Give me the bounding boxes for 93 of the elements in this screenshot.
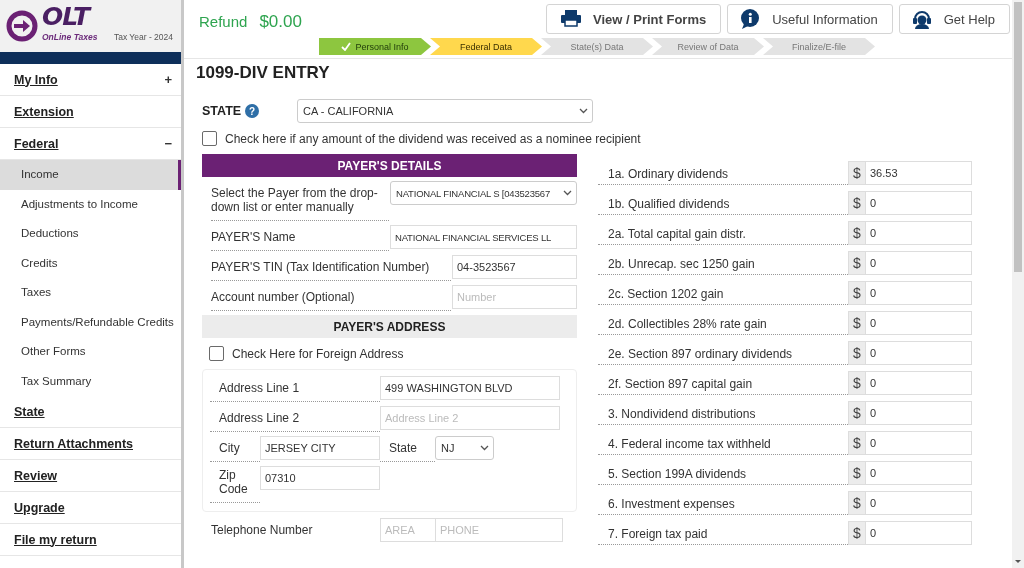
- print-button[interactable]: View / Print Forms: [546, 4, 722, 34]
- section-header: PAYER'S DETAILS: [202, 154, 577, 177]
- progress-step[interactable]: Personal Info: [319, 38, 431, 55]
- currency-addon: $: [848, 461, 865, 485]
- sidebar-item[interactable]: Credits: [0, 248, 181, 278]
- state-select[interactable]: NJ: [435, 436, 494, 460]
- currency-addon: $: [848, 401, 865, 425]
- text-field[interactable]: NATIONAL FINANCIAL SERVICES LL: [390, 225, 577, 249]
- page-title: 1099-DIV ENTRY: [196, 63, 331, 83]
- caret-icon: [579, 108, 588, 114]
- printer-icon: [561, 9, 581, 29]
- sidebar-link[interactable]: Review: [14, 468, 58, 483]
- sidebar-item[interactable]: Payments/Refundable Credits: [0, 307, 181, 337]
- amount-field[interactable]: 0: [865, 461, 972, 485]
- caret-icon: [563, 190, 572, 196]
- currency-addon: $: [848, 491, 865, 515]
- payer-select[interactable]: NATIONAL FINANCIAL S [043523567: [390, 181, 577, 205]
- field-label: Account number (Optional): [211, 285, 451, 311]
- currency-addon: $: [848, 431, 865, 455]
- sidebar-item[interactable]: Other Forms: [0, 337, 181, 367]
- amount-field[interactable]: 0: [865, 491, 972, 515]
- sidebar-link[interactable]: Return Attachments: [14, 436, 133, 451]
- state-select[interactable]: CA - CALIFORNIA: [297, 99, 593, 123]
- checkbox[interactable]: [209, 346, 224, 361]
- text-field[interactable]: Address Line 2: [380, 406, 560, 430]
- checkbox-label: Check Here for Foreign Address: [232, 346, 404, 361]
- progress-step[interactable]: Review of Data: [652, 38, 764, 55]
- sidebar-item[interactable]: Tax Summary: [0, 366, 181, 396]
- currency-addon: $: [848, 521, 865, 545]
- amount-field[interactable]: 0: [865, 311, 972, 335]
- area-code-field[interactable]: AREA: [380, 518, 436, 542]
- currency-addon: $: [848, 221, 865, 245]
- expand-toggle[interactable]: +: [164, 72, 172, 87]
- expand-toggle[interactable]: −: [164, 136, 172, 151]
- checkbox[interactable]: [202, 131, 217, 146]
- amount-field[interactable]: 0: [865, 191, 972, 215]
- sidebar-link[interactable]: Upgrade: [14, 500, 65, 515]
- refund-label: Refund: [199, 13, 248, 30]
- amount-field[interactable]: 0: [865, 221, 972, 245]
- text-field[interactable]: 04-3523567: [452, 255, 577, 279]
- field-label: PAYER'S TIN (Tax Identification Number): [211, 255, 451, 281]
- sidebar-link[interactable]: Extension: [14, 104, 74, 119]
- caret-icon: [480, 445, 489, 451]
- currency-addon: $: [848, 371, 865, 395]
- state-label: STATE: [202, 104, 242, 118]
- sidebar-link[interactable]: My Info: [14, 72, 58, 87]
- progress-step[interactable]: Federal Data: [430, 38, 542, 55]
- text-field[interactable]: 499 WASHINGTON BLVD: [380, 376, 560, 400]
- field-label: Select the Payer from the drop-down list or enter manually: [211, 181, 389, 221]
- field-label: PAYER'S Name: [211, 225, 389, 251]
- amount-field[interactable]: 0: [865, 251, 972, 275]
- checkbox-label: Check here if any amount of the dividend was received as a nominee recipient: [225, 131, 641, 146]
- scrollbar-thumb[interactable]: [1014, 2, 1022, 272]
- sidebar-item[interactable]: Deductions: [0, 219, 181, 249]
- info-button[interactable]: Useful Information: [727, 4, 893, 34]
- progress-step[interactable]: State(s) Data: [541, 38, 653, 55]
- help-icon[interactable]: ?: [245, 104, 260, 118]
- currency-addon: $: [848, 191, 865, 215]
- currency-addon: $: [848, 341, 865, 365]
- text-field[interactable]: JERSEY CITY: [260, 436, 380, 460]
- sidebar-item[interactable]: Income: [0, 160, 181, 190]
- amount-field[interactable]: 0: [865, 521, 972, 545]
- text-field[interactable]: Number: [452, 285, 577, 309]
- amount-field[interactable]: 0: [865, 281, 972, 305]
- check-icon: [341, 42, 352, 51]
- scroll-down-icon: [1015, 560, 1021, 564]
- logo-text: OLT: [42, 2, 93, 31]
- logo-icon: [6, 10, 38, 42]
- sidebar-item[interactable]: Adjustments to Income: [0, 189, 181, 219]
- progress-step[interactable]: Finalize/E-file: [763, 38, 875, 55]
- currency-addon: $: [848, 161, 865, 185]
- logo-tagline: OnLine Taxes: [42, 32, 98, 42]
- sidebar-item[interactable]: Taxes: [0, 278, 181, 308]
- phone-field[interactable]: PHONE: [436, 518, 563, 542]
- currency-addon: $: [848, 281, 865, 305]
- headset-icon: [911, 9, 932, 29]
- sidebar-link[interactable]: State: [14, 404, 45, 419]
- sidebar-link[interactable]: Federal: [14, 136, 59, 151]
- amount-field[interactable]: 0: [865, 341, 972, 365]
- amount-field[interactable]: 36.53: [865, 161, 972, 185]
- currency-addon: $: [848, 251, 865, 275]
- amount-field[interactable]: 0: [865, 401, 972, 425]
- help-button[interactable]: Get Help: [898, 4, 1010, 34]
- sidebar-link[interactable]: File my return: [14, 532, 97, 547]
- text-field[interactable]: 07310: [260, 466, 380, 490]
- refund-amount: $0.00: [259, 12, 302, 32]
- currency-addon: $: [848, 311, 865, 335]
- amount-field[interactable]: 0: [865, 371, 972, 395]
- info-icon: [740, 9, 761, 29]
- amount-field[interactable]: 0: [865, 431, 972, 455]
- tax-year: Tax Year - 2024: [113, 32, 173, 42]
- field-label: Telephone Number: [210, 522, 314, 539]
- section-header: PAYER'S ADDRESS: [202, 315, 577, 338]
